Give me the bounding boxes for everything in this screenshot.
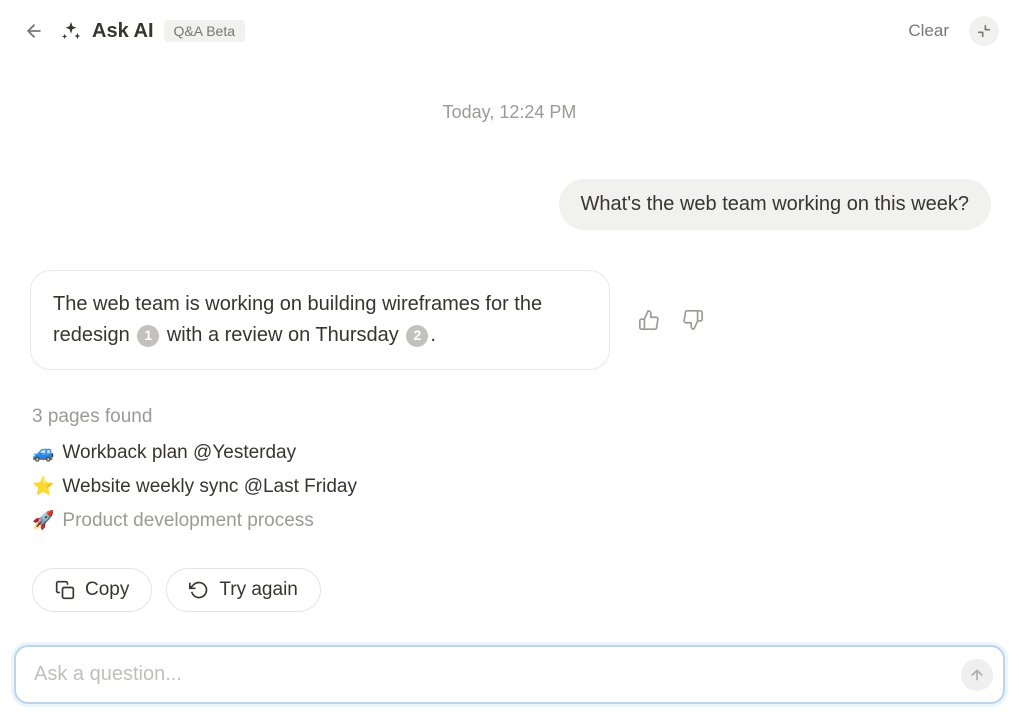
title-group: Ask AI Q&A Beta: [60, 20, 245, 43]
header: Ask AI Q&A Beta Clear: [0, 0, 1019, 62]
rocket-emoji-icon: 🚀: [32, 510, 54, 531]
ai-response-segment: .: [430, 324, 436, 346]
star-emoji-icon: ⭐: [32, 476, 54, 497]
send-button[interactable]: [961, 659, 993, 691]
copy-button[interactable]: Copy: [32, 568, 152, 612]
arrow-up-icon: [969, 667, 985, 683]
source-item[interactable]: 🚀 Product development process: [32, 510, 999, 532]
copy-icon: [55, 580, 75, 600]
input-bar: [14, 645, 1005, 704]
sources-section: 3 pages found 🚙 Workback plan @Yesterday…: [20, 406, 999, 532]
source-title: Website weekly sync: [62, 476, 243, 497]
citation-badge[interactable]: 1: [137, 325, 159, 347]
source-title: Workback plan: [62, 442, 193, 463]
feedback-group: [634, 305, 708, 335]
ai-response-segment: with a review on Thursday: [161, 324, 404, 346]
citation-badge[interactable]: 2: [406, 325, 428, 347]
copy-label: Copy: [85, 579, 129, 601]
page-title: Ask AI: [92, 20, 154, 43]
chat-timestamp: Today, 12:24 PM: [20, 102, 999, 123]
source-meta: @Last Friday: [244, 476, 357, 497]
try-again-button[interactable]: Try again: [166, 568, 321, 612]
clear-button[interactable]: Clear: [902, 17, 955, 45]
sparkle-icon: [60, 20, 82, 42]
ai-response-row: The web team is working on building wire…: [20, 270, 999, 370]
collapse-icon: [976, 23, 992, 39]
sources-heading: 3 pages found: [32, 406, 999, 428]
user-message-bubble: What's the web team working on this week…: [559, 179, 991, 230]
collapse-button[interactable]: [969, 16, 999, 46]
header-left: Ask AI Q&A Beta: [20, 17, 245, 45]
thumbs-down-icon: [682, 309, 704, 331]
retry-label: Try again: [219, 579, 298, 601]
back-button[interactable]: [20, 17, 48, 45]
header-right: Clear: [902, 16, 999, 46]
car-emoji-icon: 🚙: [32, 442, 54, 463]
question-input[interactable]: [30, 647, 961, 702]
beta-badge: Q&A Beta: [164, 20, 245, 42]
ai-response-bubble: The web team is working on building wire…: [30, 270, 610, 370]
thumbs-up-button[interactable]: [634, 305, 664, 335]
source-meta: @Yesterday: [193, 442, 296, 463]
source-title: Product development process: [62, 510, 313, 531]
user-message-row: What's the web team working on this week…: [20, 179, 999, 230]
arrow-left-icon: [24, 21, 44, 41]
response-actions: Copy Try again: [20, 568, 999, 612]
thumbs-down-button[interactable]: [678, 305, 708, 335]
chat-area: Today, 12:24 PM What's the web team work…: [0, 62, 1019, 612]
source-item[interactable]: ⭐ Website weekly sync @Last Friday: [32, 476, 999, 498]
retry-icon: [189, 580, 209, 600]
source-item[interactable]: 🚙 Workback plan @Yesterday: [32, 442, 999, 464]
thumbs-up-icon: [638, 309, 660, 331]
